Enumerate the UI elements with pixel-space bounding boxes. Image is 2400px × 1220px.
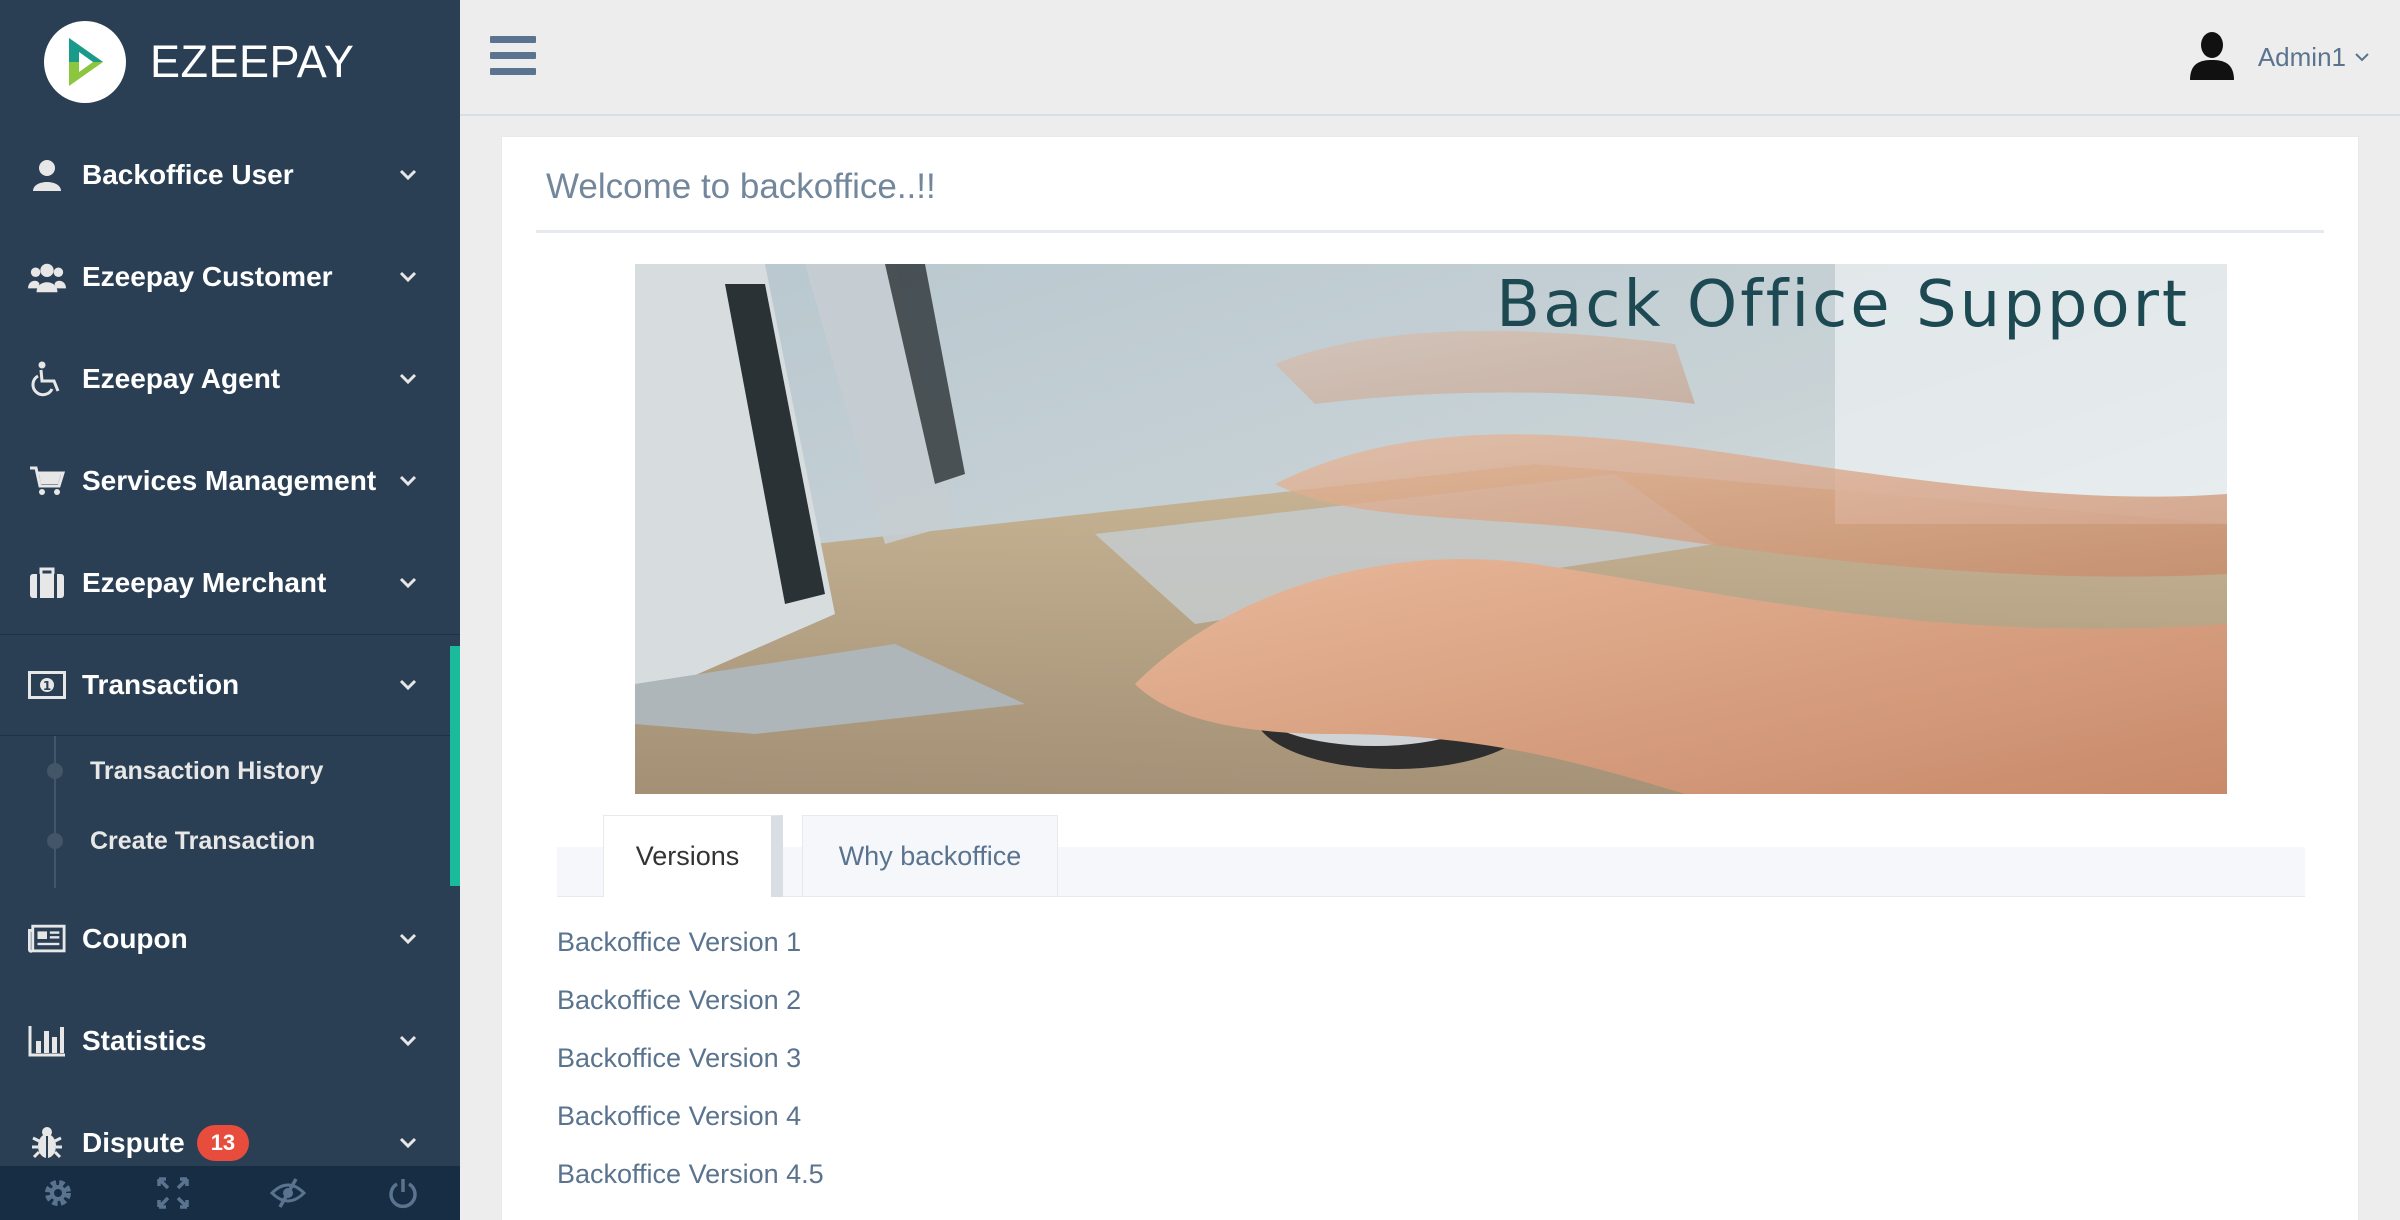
- banner-text: Back Office Support: [1496, 268, 2190, 342]
- sidebar-item-label: Statistics: [82, 1025, 207, 1056]
- sidebar-item-coupon[interactable]: Coupon: [0, 888, 460, 990]
- tab-bar: Versions Why backoffice: [557, 815, 2305, 897]
- page-title: Welcome to backoffice..!!: [546, 167, 936, 206]
- menu-toggle-icon[interactable]: [490, 36, 536, 76]
- sidebar-item-backoffice-user[interactable]: Backoffice User: [0, 124, 460, 226]
- user-profile-dropdown[interactable]: Admin1: [2188, 30, 2370, 85]
- sidebar-item-services-management[interactable]: Services Management: [0, 430, 460, 532]
- money-icon: 1: [28, 666, 66, 704]
- sidebar-item-label: Backoffice User: [82, 159, 294, 190]
- sidebar-item-ezeepay-agent[interactable]: Ezeepay Agent: [0, 328, 460, 430]
- sidebar-item-label: Ezeepay Customer: [82, 261, 333, 292]
- eye-slash-icon[interactable]: [258, 1166, 318, 1220]
- sidebar-item-ezeepay-customer[interactable]: Ezeepay Customer: [0, 226, 460, 328]
- active-section-indicator: [450, 646, 460, 886]
- power-icon[interactable]: [373, 1166, 433, 1220]
- submenu-bullet: [47, 763, 63, 779]
- tab-versions[interactable]: Versions: [603, 815, 783, 897]
- submenu-bullet: [47, 833, 63, 849]
- sidebar-item-label: Dispute: [82, 1127, 185, 1158]
- user-icon: [28, 156, 66, 194]
- chevron-down-icon: [396, 265, 420, 289]
- chevron-down-icon: [396, 367, 420, 391]
- tab-why-backoffice[interactable]: Why backoffice: [802, 815, 1058, 897]
- bar-chart-icon: [28, 1022, 66, 1060]
- newspaper-icon: [28, 920, 66, 958]
- sidebar-item-label: Ezeepay Merchant: [82, 567, 327, 598]
- fullscreen-icon[interactable]: [143, 1166, 203, 1220]
- chevron-down-icon: [2354, 49, 2370, 67]
- back-office-banner-image: Back Office Support: [635, 264, 2227, 794]
- brand[interactable]: EZEEPAY: [0, 0, 460, 124]
- sidebar: EZEEPAY Backoffice User Ezeepay Customer…: [0, 0, 460, 1220]
- users-icon: [28, 258, 66, 296]
- versions-list: Backoffice Version 1 Backoffice Version …: [557, 927, 824, 1217]
- sidebar-menu-lower: Coupon Statistics Dispute 13: [0, 888, 460, 1194]
- sidebar-item-statistics[interactable]: Statistics: [0, 990, 460, 1092]
- user-avatar-icon: [2188, 30, 2236, 85]
- chevron-down-icon: [396, 1029, 420, 1053]
- settings-icon[interactable]: [28, 1166, 88, 1220]
- submenu-item-label: Transaction History: [90, 756, 324, 785]
- chevron-down-icon: [396, 469, 420, 493]
- version-link[interactable]: Backoffice Version 4.5: [557, 1159, 824, 1217]
- sidebar-menu: Backoffice User Ezeepay Customer Ezeepay…: [0, 124, 460, 736]
- briefcase-icon: [28, 564, 66, 602]
- cart-icon: [28, 462, 66, 500]
- version-link[interactable]: Backoffice Version 4: [557, 1101, 824, 1159]
- sidebar-item-label: Ezeepay Agent: [82, 363, 281, 394]
- brand-name: EZEEPAY: [150, 36, 355, 87]
- sidebar-item-label: Services Management: [82, 465, 377, 496]
- version-link[interactable]: Backoffice Version 1: [557, 927, 824, 985]
- submenu-item-create-transaction[interactable]: Create Transaction: [0, 806, 460, 876]
- wheelchair-icon: [28, 360, 66, 398]
- svg-text:1: 1: [43, 679, 51, 693]
- sidebar-item-ezeepay-merchant[interactable]: Ezeepay Merchant: [0, 532, 460, 634]
- user-name: Admin1: [2257, 42, 2346, 72]
- version-link[interactable]: Backoffice Version 3: [557, 1043, 824, 1101]
- top-navigation: Admin1: [460, 0, 2400, 116]
- chevron-down-icon: [396, 571, 420, 595]
- chevron-down-icon: [396, 1131, 420, 1155]
- content-panel: Welcome to backoffice..!! Back Office Su…: [501, 136, 2359, 1220]
- dispute-count-badge: 13: [196, 1125, 250, 1161]
- sidebar-item-transaction[interactable]: 1 Transaction: [0, 634, 460, 736]
- bug-icon: [28, 1124, 66, 1162]
- sidebar-item-label: Transaction: [82, 669, 240, 700]
- chevron-down-icon: [396, 163, 420, 187]
- transaction-submenu: Transaction History Create Transaction: [0, 736, 460, 888]
- sidebar-footer: [0, 1166, 460, 1220]
- version-link[interactable]: Backoffice Version 2: [557, 985, 824, 1043]
- sidebar-item-label: Coupon: [82, 923, 188, 954]
- submenu-item-transaction-history[interactable]: Transaction History: [0, 736, 460, 806]
- ezeepay-logo-icon: [44, 21, 126, 103]
- title-divider: [536, 230, 2324, 233]
- submenu-item-label: Create Transaction: [90, 826, 316, 855]
- chevron-down-icon: [396, 673, 420, 697]
- chevron-down-icon: [396, 927, 420, 951]
